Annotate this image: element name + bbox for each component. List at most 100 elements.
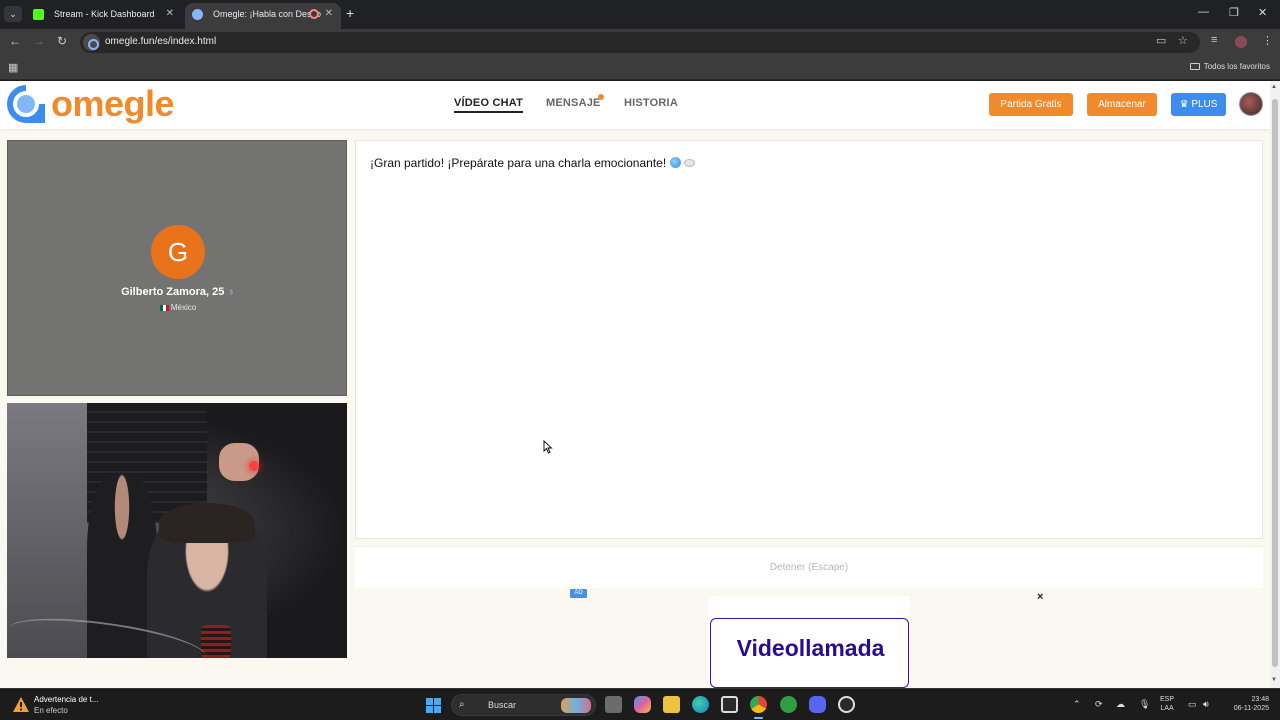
notification-dot-icon: [598, 94, 604, 100]
folder-icon: [1189, 63, 1200, 70]
profile-icon[interactable]: [1235, 36, 1247, 48]
all-bookmarks-button[interactable]: Todos los favoritos: [1189, 62, 1270, 71]
task-view-icon[interactable]: [605, 696, 622, 713]
media-control-icon[interactable]: ≡: [1211, 34, 1217, 46]
site-info-icon[interactable]: [83, 34, 100, 51]
free-match-button[interactable]: Partida Gratis: [989, 93, 1073, 116]
copilot-icon[interactable]: [634, 696, 651, 713]
sync-icon[interactable]: ⟳: [1095, 699, 1103, 710]
taskbar-search[interactable]: ⌕ Buscar: [451, 694, 596, 716]
kick-favicon-icon: [33, 9, 44, 20]
stranger-country: México: [8, 303, 348, 312]
browser-menu-icon[interactable]: ⋮: [1262, 34, 1273, 47]
ad-title: Videollamada: [736, 635, 885, 661]
forward-icon[interactable]: →: [33, 34, 45, 48]
file-explorer-icon[interactable]: [663, 696, 680, 713]
xbox-icon[interactable]: [780, 696, 797, 713]
ring-icon: ♁: [227, 287, 235, 298]
chrome-icon[interactable]: [750, 696, 767, 719]
close-window-icon[interactable]: ✕: [1258, 6, 1267, 19]
weather-warning-icon[interactable]: [12, 696, 30, 714]
scroll-up-icon[interactable]: ▲: [1271, 84, 1277, 90]
discord-icon[interactable]: [809, 696, 826, 713]
globe-emoji-icon: [670, 157, 682, 168]
windows-taskbar: Advertencia de t... En efecto ⌕ Buscar ⌃…: [0, 688, 1280, 720]
install-app-icon[interactable]: ▭: [1156, 34, 1166, 47]
system-clock[interactable]: 23:48 06-11-2025: [1225, 695, 1269, 713]
ad-banner[interactable]: Videollamada: [708, 596, 910, 688]
obs-icon[interactable]: [838, 696, 855, 713]
bookmarks-bar: ▦ Todos los favoritos: [0, 56, 1280, 80]
notification-subtitle: En efecto: [34, 706, 68, 715]
taskbar-search-text: Buscar: [488, 700, 517, 710]
onedrive-icon[interactable]: ☁: [1116, 699, 1125, 710]
language-indicator[interactable]: ESP LAA: [1160, 695, 1174, 713]
mexico-flag-icon: [159, 304, 169, 311]
chat-message: ¡Gran partido! ¡Prepárate para una charl…: [370, 156, 696, 170]
crown-icon: ♛: [1179, 99, 1189, 110]
reload-icon[interactable]: ↻: [57, 34, 67, 48]
stranger-name-text: Gilberto Zamora, 25: [121, 286, 225, 298]
new-tab-button[interactable]: +: [346, 5, 354, 21]
tab-title: Stream - Kick Dashboard: [54, 9, 155, 19]
ad-close-icon[interactable]: ×: [1037, 591, 1043, 603]
tab-omegle[interactable]: Omegle: ¡Habla con Desco ✕: [185, 3, 341, 29]
ad-inner-card: Videollamada: [710, 618, 909, 688]
bookmark-star-icon[interactable]: ☆: [1178, 34, 1188, 47]
display-icon[interactable]: ▭: [1188, 699, 1197, 710]
site-header: omegle VÍDEO CHAT MENSAJE HISTORIA Parti…: [0, 81, 1270, 129]
stranger-video-panel: G Gilberto Zamora, 25 ♁ México: [7, 140, 347, 396]
recording-indicator-icon: [309, 9, 319, 19]
restore-icon[interactable]: ❐: [1229, 6, 1239, 19]
nav-mensaje[interactable]: MENSAJE: [546, 94, 604, 109]
self-camera-video: [7, 403, 347, 658]
tab-title: Omegle: ¡Habla con Desco: [213, 9, 322, 19]
tab-kick-dashboard[interactable]: Stream - Kick Dashboard ✕: [26, 3, 182, 29]
chat-log: ¡Gran partido! ¡Prepárate para una charl…: [355, 140, 1263, 539]
url-text: omegle.fun/es/index.html: [105, 36, 217, 47]
user-avatar[interactable]: [1239, 92, 1263, 116]
tab-close-icon[interactable]: ✕: [325, 3, 333, 25]
apps-grid-icon[interactable]: ▦: [8, 61, 18, 74]
page-scrollbar[interactable]: ▲ ▼: [1270, 81, 1280, 688]
browser-tab-bar: ⌄ Stream - Kick Dashboard ✕ Omegle: ¡Hab…: [0, 0, 1280, 29]
mouse-cursor-icon: [543, 440, 553, 454]
stranger-country-text: México: [170, 303, 197, 312]
notification-title[interactable]: Advertencia de t...: [34, 695, 98, 704]
microphone-icon[interactable]: 🎙︎: [1139, 699, 1150, 710]
stop-button[interactable]: Detener (Escape): [355, 562, 1263, 573]
controls-bar: Detener (Escape): [355, 546, 1263, 588]
scrollbar-thumb[interactable]: [1272, 99, 1278, 667]
search-icon: ⌕: [459, 699, 465, 710]
edge-icon[interactable]: [692, 696, 709, 713]
address-toolbar: ← → ↻ omegle.fun/es/index.html ▭ ☆ ≡ ⋮: [0, 29, 1280, 56]
store-icon[interactable]: [721, 696, 738, 713]
scroll-down-icon[interactable]: ▼: [1271, 677, 1277, 683]
back-icon[interactable]: ←: [9, 34, 21, 48]
omegle-favicon-icon: [192, 9, 203, 20]
lang-top: ESP: [1160, 696, 1175, 703]
nav-video-chat[interactable]: VÍDEO CHAT: [454, 97, 524, 113]
stranger-avatar: G: [151, 225, 205, 279]
nav-historia[interactable]: HISTORIA: [624, 97, 678, 109]
chat-message-text: ¡Gran partido! ¡Prepárate para una charl…: [370, 156, 667, 170]
windows-start-icon[interactable]: [426, 698, 441, 713]
clock-time: 23:48: [1251, 696, 1269, 703]
tab-search-menu-button[interactable]: ⌄: [4, 6, 22, 22]
plus-button[interactable]: ♛ PLUS: [1171, 93, 1226, 116]
ad-badge: AD: [570, 589, 587, 598]
minimize-icon[interactable]: —: [1198, 6, 1209, 18]
volume-icon[interactable]: 🔊︎: [1203, 699, 1209, 710]
store-button[interactable]: Almacenar: [1087, 93, 1157, 116]
tab-close-icon[interactable]: ✕: [166, 3, 174, 25]
stranger-name: Gilberto Zamora, 25 ♁: [8, 286, 348, 298]
show-hidden-icons-icon[interactable]: ⌃: [1073, 699, 1081, 710]
clock-date: 06-11-2025: [1233, 705, 1269, 712]
search-highlight-art: [561, 698, 591, 713]
omegle-logo-icon: [7, 85, 45, 123]
url-input[interactable]: omegle.fun/es/index.html: [80, 32, 1200, 53]
speech-bubble-emoji-icon: [684, 159, 696, 167]
video-red-light: [249, 461, 259, 471]
page: omegle VÍDEO CHAT MENSAJE HISTORIA Parti…: [0, 81, 1270, 688]
video-hair: [159, 503, 255, 543]
